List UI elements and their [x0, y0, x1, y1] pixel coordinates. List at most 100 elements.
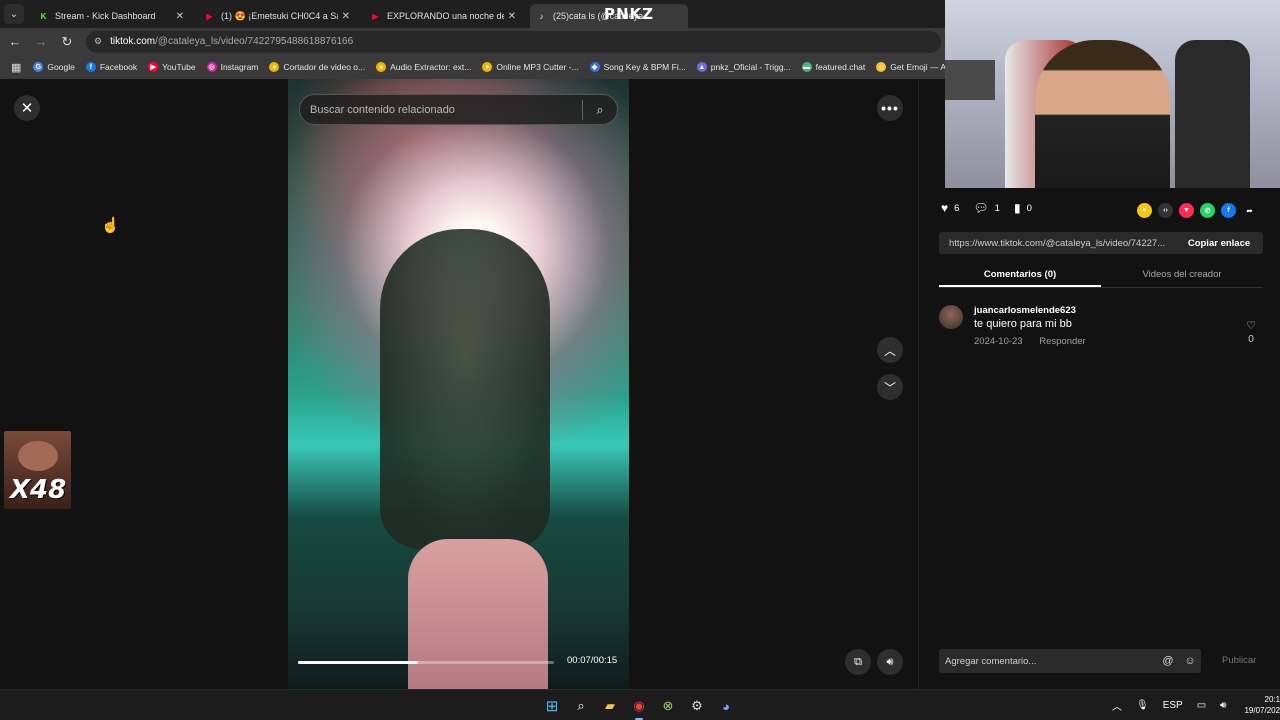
bookmark-item[interactable]: ▲ pnkz_Oficial - Trigg... [696, 62, 791, 72]
facebook-icon: f [85, 62, 96, 72]
add-comment-input[interactable]: Agregar comentario... @ ☺ [939, 649, 1201, 673]
browser-tab[interactable]: ▶ (1) 😍 ¡Emetsuki CH0C4 a Sach ✕ [198, 4, 356, 28]
bookmark-item[interactable]: ● Audio Extractor: ext... [376, 62, 471, 72]
more-options-button[interactable]: ••• [877, 95, 903, 121]
instagram-icon: ◎ [206, 62, 217, 72]
clock-time: 20:16 [1264, 695, 1280, 704]
bookmark-item[interactable]: ● Online MP3 Cutter -... [482, 62, 579, 72]
previous-video-button[interactable]: ︿ [877, 337, 903, 363]
windows-taskbar: ⊞ ⌕ ▰ ◉ ⊗ ⚙ ◕ ︿ 🎙︎ ESP ▭ 🔊︎ 20:16 19/07/… [0, 689, 1280, 720]
reload-icon[interactable]: ↻ [56, 34, 78, 50]
language-indicator[interactable]: ESP [1163, 700, 1183, 711]
comment-bubble-icon[interactable]: 💬︎ [973, 201, 988, 215]
youtube-icon: ▶ [372, 11, 379, 21]
bookmark-label: featured.chat [815, 62, 866, 72]
bookmark-item[interactable]: f Facebook [85, 62, 137, 72]
recording-app-icon[interactable]: ⚙ [686, 695, 708, 717]
search-icon[interactable]: ⌕ [570, 695, 592, 717]
reply-button[interactable]: Responder [1039, 336, 1085, 347]
bookmark-item[interactable]: ● Cortador de video o... [269, 62, 365, 72]
bookmark-item[interactable]: ▬ featured.chat [801, 62, 866, 72]
windows-start-icon[interactable]: ⊞ [541, 695, 563, 717]
bookmark-label: YouTube [162, 62, 196, 72]
chrome-icon[interactable]: ◉ [628, 695, 650, 720]
stream-brand-overlay: PNKZ [604, 5, 655, 23]
comment-username[interactable]: juancarlosmelende623 [974, 305, 1076, 316]
save-stat[interactable]: ▮ 0 [1014, 201, 1032, 215]
emoji-icon[interactable]: ☺ [1179, 655, 1201, 667]
like-stat[interactable]: ♥ 6 [941, 201, 959, 215]
embed-icon[interactable]: ‹› [1158, 203, 1173, 218]
network-icon[interactable]: ▭ [1197, 700, 1206, 711]
tab-search-button[interactable]: ⌄ [4, 4, 24, 24]
picture-in-picture-icon[interactable]: ⧉ [845, 649, 871, 675]
publish-button[interactable]: Publicar [1222, 655, 1256, 666]
bookmark-item[interactable]: ◆ Song Key & BPM Fi... [589, 62, 686, 72]
close-tab-icon[interactable]: ✕ [508, 11, 516, 22]
screen: ⌄ K Stream - Kick Dashboard ✕ ▶ (1) 😍 ¡Emets… [0, 0, 1280, 720]
bookmark-label: Google [47, 62, 75, 72]
avatar[interactable] [939, 305, 963, 329]
volume-icon[interactable]: 🔊︎ [877, 649, 903, 675]
forward-icon[interactable]: → [30, 34, 52, 49]
microphone-icon[interactable]: 🎙︎ [1136, 700, 1149, 711]
video-player[interactable] [288, 79, 629, 689]
video-link[interactable]: https://www.tiktok.com/@cataleya_ls/vide… [939, 238, 1175, 249]
next-video-button[interactable]: ﹀ [877, 374, 903, 400]
bookmark-item[interactable]: G Google [33, 62, 75, 72]
send-icon[interactable]: ▼ [1179, 203, 1194, 218]
copy-link-button[interactable]: Copiar enlace [1175, 238, 1263, 249]
url-path: /@cataleya_ls/video/7422795488618876166 [155, 36, 354, 47]
tab-title: (1) 😍 ¡Emetsuki CH0C4 a Sach [221, 10, 338, 21]
tab-comments[interactable]: Comentarios (0) [939, 265, 1101, 287]
site-info-icon[interactable]: ⚙ [94, 36, 102, 47]
share-arrow-icon[interactable]: ➦ [1242, 203, 1257, 218]
taskbar-apps: ⊞ ⌕ ▰ ◉ ⊗ ⚙ ◕ [541, 695, 744, 720]
video-link-row: https://www.tiktok.com/@cataleya_ls/vide… [939, 232, 1263, 254]
clock-date: 19/07/2025 [1244, 706, 1280, 715]
bookmark-label: Get Emoji — All... [890, 62, 945, 72]
apps-grid-icon[interactable]: ▦ [11, 61, 21, 74]
video-progress-bar[interactable] [298, 661, 554, 664]
close-tab-icon[interactable]: ✕ [342, 11, 350, 22]
browser-tab[interactable]: ▶ EXPLORANDO una noche de E ✕ [364, 4, 522, 28]
url-input[interactable]: ⚙ tiktok.com/@cataleya_ls/video/74227954… [86, 30, 941, 53]
discord-icon[interactable]: ◕ [715, 695, 737, 717]
bookmark-item[interactable]: ☺Get Emoji — All... [876, 62, 945, 72]
tab-title: Stream - Kick Dashboard [55, 11, 156, 21]
file-explorer-icon[interactable]: ▰ [599, 695, 621, 717]
video-progress-fill [298, 661, 419, 664]
back-icon[interactable]: ← [4, 34, 26, 49]
xbox-icon[interactable]: ⊗ [657, 695, 679, 717]
address-bar-row: ← → ↻ ⚙ tiktok.com/@cataleya_ls/video/74… [0, 28, 945, 55]
bookmark-icon[interactable]: ▮ [1014, 201, 1021, 215]
volume-tray-icon[interactable]: 🔊︎ [1220, 700, 1226, 711]
apps-icon: ● [376, 62, 387, 72]
coin-icon[interactable]: ● [1137, 203, 1152, 218]
mention-icon[interactable]: @ [1157, 655, 1179, 667]
tab-creator-videos[interactable]: Videos del creador [1101, 265, 1263, 287]
tray-expand-icon[interactable]: ︿ [1112, 698, 1122, 713]
video-subject [380, 229, 550, 549]
heart-outline-icon[interactable]: ♡ [1243, 319, 1259, 332]
comment-stat[interactable]: 💬︎ 1 [973, 201, 1000, 215]
bookmark-item[interactable]: ◎ Instagram [206, 62, 258, 72]
whatsapp-icon[interactable]: ✆ [1200, 203, 1215, 218]
comment-like[interactable]: ♡ 0 [1243, 319, 1259, 345]
bookmark-item[interactable]: ▶ YouTube [148, 62, 196, 72]
chat-icon: ▬ [801, 62, 812, 72]
search-icon[interactable]: ⌕ [583, 102, 617, 118]
bookmark-label: pnkz_Oficial - Trigg... [710, 62, 791, 72]
related-search-input[interactable]: Buscar contenido relacionado ⌕ [299, 94, 618, 125]
close-tab-icon[interactable]: ✕ [176, 11, 184, 22]
browser-tab[interactable]: K Stream - Kick Dashboard ✕ [32, 4, 190, 28]
heart-icon[interactable]: ♥ [941, 201, 948, 215]
google-icon: G [33, 62, 44, 72]
close-video-button[interactable]: ✕ [14, 95, 40, 121]
clock[interactable]: 20:16 19/07/2025 [1244, 694, 1280, 716]
comment-placeholder: Agregar comentario... [945, 655, 1037, 667]
like-count: 6 [954, 202, 960, 214]
facebook-icon[interactable]: f [1221, 203, 1236, 218]
comment-text: te quiero para mi bb [974, 318, 1072, 330]
youtube-icon: ▶ [148, 62, 159, 72]
